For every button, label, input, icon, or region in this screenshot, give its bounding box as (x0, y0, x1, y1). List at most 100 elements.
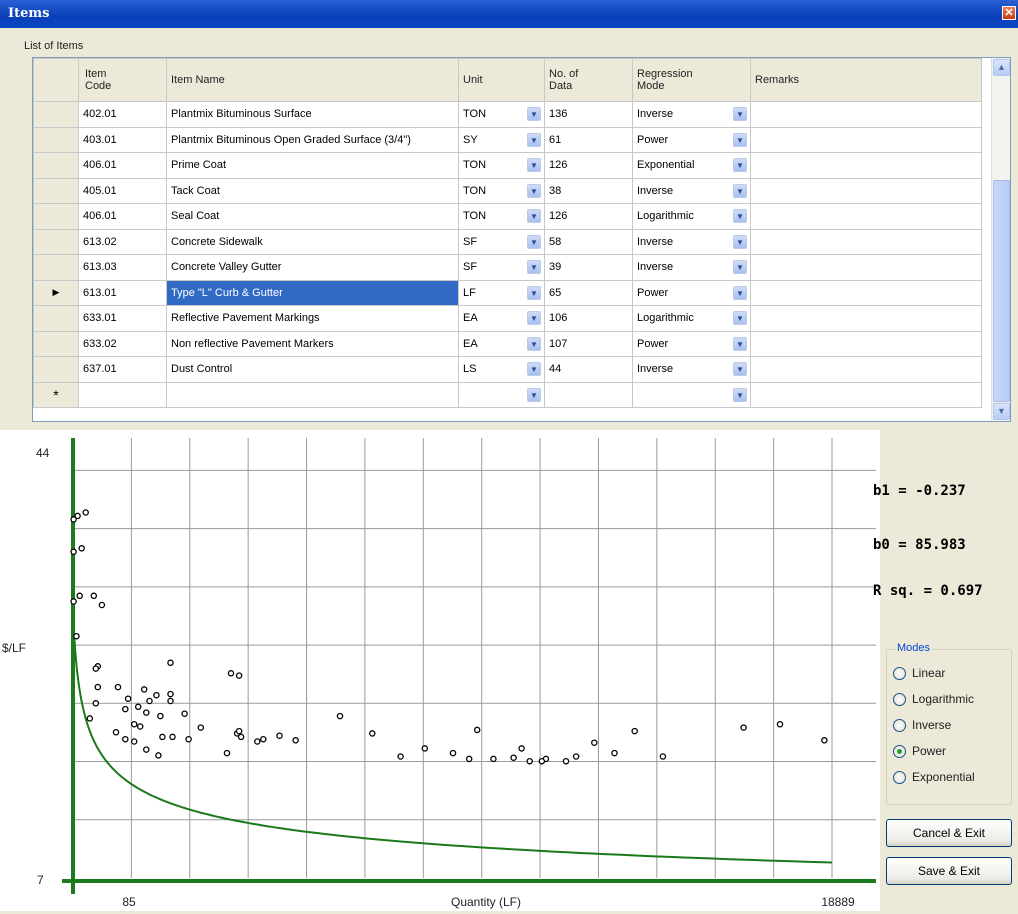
cell-item-code[interactable]: 402.01 (78, 101, 167, 128)
column-header-code[interactable]: Item Code (78, 58, 167, 102)
cell-regression-mode[interactable]: Power ▼ (632, 126, 751, 153)
radio-button-icon[interactable] (893, 666, 906, 680)
cell-no-of-data[interactable]: 126 (544, 152, 633, 179)
cell-no-of-data[interactable]: 65 (544, 279, 633, 306)
cell-remarks[interactable] (750, 381, 982, 408)
grid-vertical-scrollbar[interactable]: ▲ ▼ (991, 58, 1010, 421)
cell-remarks[interactable] (750, 152, 982, 179)
cell-no-of-data[interactable]: 107 (544, 330, 633, 357)
table-row[interactable]: 406.01 Prime Coat TON ▼ 126 Exponential ▼ (33, 152, 982, 179)
cell-unit[interactable]: EA ▼ (458, 330, 545, 357)
cell-unit[interactable]: LS ▼ (458, 356, 545, 383)
column-header-unit[interactable]: Unit (458, 58, 545, 102)
row-header[interactable] (33, 152, 79, 179)
table-row[interactable]: 405.01 Tack Coat TON ▼ 38 Inverse ▼ (33, 177, 982, 204)
dropdown-arrow-icon[interactable]: ▼ (733, 234, 747, 249)
cell-unit[interactable]: TON ▼ (458, 152, 545, 179)
table-row[interactable]: 402.01 Plantmix Bituminous Surface TON ▼ 136… (33, 101, 982, 128)
cell-remarks[interactable] (750, 305, 982, 332)
dropdown-arrow-icon[interactable]: ▼ (527, 158, 541, 172)
radio-button-icon[interactable] (893, 692, 906, 706)
cell-item-name[interactable]: Non reflective Pavement Markers (166, 330, 459, 357)
cell-item-name[interactable]: Dust Control (166, 356, 459, 383)
table-row[interactable]: 633.02 Non reflective Pavement Markers EA ▼… (33, 330, 982, 357)
dropdown-arrow-icon[interactable]: ▼ (733, 285, 747, 300)
cell-no-of-data[interactable]: 58 (544, 228, 633, 255)
row-header[interactable] (33, 177, 79, 204)
cell-remarks[interactable] (750, 330, 982, 357)
cell-remarks[interactable] (750, 228, 982, 255)
scroll-down-icon[interactable]: ▼ (993, 403, 1010, 420)
cell-remarks[interactable] (750, 126, 982, 153)
items-grid[interactable]: Item Code Item Name Unit No. of Data Regressio… (32, 57, 1011, 422)
cell-unit[interactable]: ▼ (458, 381, 545, 408)
cell-regression-mode[interactable]: Logarithmic ▼ (632, 203, 751, 230)
cell-item-name[interactable]: Prime Coat (166, 152, 459, 179)
cell-regression-mode[interactable]: Power ▼ (632, 279, 751, 306)
cell-item-name[interactable]: Plantmix Bituminous Surface (166, 101, 459, 128)
cell-item-code[interactable]: 637.01 (78, 356, 167, 383)
cell-item-name[interactable]: Concrete Sidewalk (166, 228, 459, 255)
row-header[interactable]: ▶ (33, 279, 79, 306)
row-header[interactable] (33, 330, 79, 357)
cancel-exit-button[interactable]: Cancel & Exit (886, 819, 1012, 847)
cell-item-code[interactable]: 613.02 (78, 228, 167, 255)
cell-item-code[interactable]: 406.01 (78, 203, 167, 230)
table-row[interactable]: 613.03 Concrete Valley Gutter SF ▼ 39 Inverse… (33, 254, 982, 281)
cell-item-name[interactable]: Reflective Pavement Markings (166, 305, 459, 332)
cell-item-code[interactable]: 613.03 (78, 254, 167, 281)
row-header[interactable] (33, 101, 79, 128)
cell-no-of-data[interactable]: 61 (544, 126, 633, 153)
dropdown-arrow-icon[interactable]: ▼ (733, 362, 747, 376)
cell-item-code[interactable]: 633.02 (78, 330, 167, 357)
row-header[interactable] (33, 126, 79, 153)
cell-remarks[interactable] (750, 254, 982, 281)
dropdown-arrow-icon[interactable]: ▼ (527, 260, 541, 274)
dropdown-arrow-icon[interactable]: ▼ (527, 209, 541, 223)
column-header-name[interactable]: Item Name (166, 58, 459, 102)
cell-no-of-data[interactable] (544, 381, 633, 408)
mode-radio-power[interactable]: Power (893, 742, 946, 760)
cell-item-name[interactable] (166, 381, 459, 408)
dropdown-arrow-icon[interactable]: ▼ (733, 336, 747, 351)
cell-unit[interactable]: TON ▼ (458, 203, 545, 230)
cell-unit[interactable]: SF ▼ (458, 228, 545, 255)
dropdown-arrow-icon[interactable]: ▼ (527, 183, 541, 198)
dropdown-arrow-icon[interactable]: ▼ (527, 387, 541, 402)
row-header[interactable] (33, 356, 79, 383)
cell-regression-mode[interactable]: Exponential ▼ (632, 152, 751, 179)
cell-unit[interactable]: EA ▼ (458, 305, 545, 332)
table-row[interactable]: ▶ 613.01 Type "L" Curb & Gutter LF ▼ 65 Power ▼ (33, 279, 982, 306)
radio-button-icon[interactable] (893, 770, 906, 784)
cell-unit[interactable]: SY ▼ (458, 126, 545, 153)
cell-remarks[interactable] (750, 101, 982, 128)
dropdown-arrow-icon[interactable]: ▼ (733, 183, 747, 198)
cell-unit[interactable]: TON ▼ (458, 177, 545, 204)
dropdown-arrow-icon[interactable]: ▼ (527, 362, 541, 376)
cell-item-code[interactable]: 403.01 (78, 126, 167, 153)
cell-item-name[interactable]: Plantmix Bituminous Open Graded Surface … (166, 126, 459, 153)
table-row[interactable]: 613.02 Concrete Sidewalk SF ▼ 58 Inverse ▼ (33, 228, 982, 255)
cell-unit[interactable]: TON ▼ (458, 101, 545, 128)
row-header[interactable] (33, 203, 79, 230)
column-header-mode[interactable]: Regression Mode (632, 58, 751, 102)
cell-item-code[interactable] (78, 381, 167, 408)
cell-regression-mode[interactable]: Inverse ▼ (632, 228, 751, 255)
cell-remarks[interactable] (750, 356, 982, 383)
dropdown-arrow-icon[interactable]: ▼ (527, 311, 541, 325)
table-row[interactable]: 406.01 Seal Coat TON ▼ 126 Logarithmic ▼ (33, 203, 982, 230)
row-header[interactable] (33, 305, 79, 332)
table-row[interactable]: 633.01 Reflective Pavement Markings EA ▼ 106… (33, 305, 982, 332)
cell-regression-mode[interactable]: Power ▼ (632, 330, 751, 357)
cell-unit[interactable]: SF ▼ (458, 254, 545, 281)
dropdown-arrow-icon[interactable]: ▼ (733, 107, 747, 121)
cell-no-of-data[interactable]: 39 (544, 254, 633, 281)
scrollbar-thumb[interactable] (993, 180, 1010, 402)
cell-regression-mode[interactable]: Inverse ▼ (632, 177, 751, 204)
table-row[interactable]: 403.01 Plantmix Bituminous Open Graded Su… (33, 126, 982, 153)
cell-no-of-data[interactable]: 44 (544, 356, 633, 383)
dropdown-arrow-icon[interactable]: ▼ (733, 387, 747, 402)
cell-item-name[interactable]: Concrete Valley Gutter (166, 254, 459, 281)
cell-item-code[interactable]: 405.01 (78, 177, 167, 204)
table-row[interactable]: 637.01 Dust Control LS ▼ 44 Inverse ▼ (33, 356, 982, 383)
